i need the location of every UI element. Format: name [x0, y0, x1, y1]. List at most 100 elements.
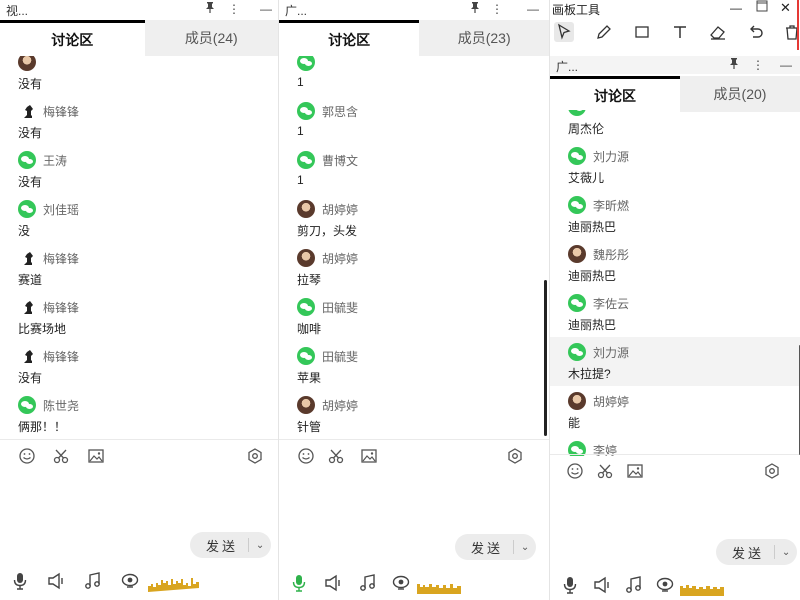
message-list: 1 郭思含 1 曹博文 1 胡婷婷 剪刀，头发 胡婷婷 拉琴 田毓斐 咖啡 田毓斐 苹果 胡婷婷 针管: [279, 56, 549, 439]
wechat-avatar-icon[interactable]: [18, 200, 36, 218]
avatar[interactable]: [18, 56, 36, 71]
message-sender: 陈世尧: [18, 396, 79, 414]
more-icon[interactable]: ⋮: [226, 1, 242, 17]
image-icon[interactable]: [87, 447, 105, 465]
undo-icon[interactable]: [746, 22, 766, 42]
tab-members[interactable]: 成员(20): [680, 76, 800, 112]
tab-members[interactable]: 成员(23): [419, 20, 549, 56]
minimize-icon[interactable]: —: [258, 1, 274, 17]
send-button[interactable]: 发送 ⌄: [716, 539, 798, 565]
pencil-icon[interactable]: [594, 22, 614, 42]
scissors-icon[interactable]: [52, 447, 70, 465]
avatar[interactable]: [568, 392, 586, 410]
wechat-avatar-icon[interactable]: [568, 110, 586, 116]
rectangle-icon[interactable]: [632, 22, 652, 42]
tab-discussion[interactable]: 讨论区: [279, 20, 420, 56]
minimize-icon[interactable]: —: [525, 1, 541, 17]
send-button[interactable]: 发送 ⌄: [190, 532, 272, 558]
music-icon[interactable]: [83, 571, 103, 591]
wechat-avatar-icon[interactable]: [297, 56, 315, 71]
chevron-down-icon[interactable]: ⌄: [514, 542, 536, 553]
message-sender: 刘力源: [568, 147, 629, 165]
window-titlebar: 广... ⋮ —: [550, 56, 800, 74]
maximize-icon[interactable]: [756, 0, 768, 15]
scissors-icon[interactable]: [596, 462, 614, 480]
avatar[interactable]: [297, 200, 315, 218]
message-text: 赛道: [18, 273, 43, 287]
chevron-down-icon[interactable]: ⌄: [775, 547, 797, 558]
wechat-avatar-icon[interactable]: [568, 294, 586, 312]
camera-icon[interactable]: [655, 575, 675, 595]
chevron-down-icon[interactable]: ⌄: [249, 540, 271, 551]
microphone-icon[interactable]: [289, 573, 309, 593]
wechat-avatar-icon[interactable]: [18, 396, 36, 414]
message-item: 胡婷婷 拉琴: [279, 243, 549, 292]
tab-discussion[interactable]: 讨论区: [550, 76, 680, 112]
wechat-avatar-icon[interactable]: [568, 343, 586, 361]
message-text: 拉琴: [297, 273, 322, 287]
close-icon[interactable]: ✕: [780, 0, 791, 16]
scissors-icon[interactable]: [327, 447, 345, 465]
wechat-avatar-icon[interactable]: [297, 298, 315, 316]
media-bar: [0, 566, 278, 596]
send-button[interactable]: 发送 ⌄: [455, 534, 537, 560]
wechat-avatar-icon[interactable]: [297, 151, 315, 169]
emoji-icon[interactable]: [297, 447, 315, 465]
tab-members[interactable]: 成员(24): [144, 20, 278, 56]
chess-avatar-icon[interactable]: [18, 347, 36, 365]
avatar[interactable]: [568, 245, 586, 263]
message-item: 李婷能: [550, 435, 800, 456]
image-icon[interactable]: [360, 447, 378, 465]
image-icon[interactable]: [626, 462, 644, 480]
speaker-icon[interactable]: [592, 575, 612, 595]
microphone-icon[interactable]: [560, 575, 580, 595]
wechat-avatar-icon[interactable]: [568, 196, 586, 214]
microphone-icon[interactable]: [10, 571, 30, 591]
screenshot-icon[interactable]: [246, 447, 264, 465]
wechat-avatar-icon[interactable]: [18, 151, 36, 169]
music-icon[interactable]: [358, 573, 378, 593]
message-item: 1: [279, 56, 549, 96]
text-icon[interactable]: [670, 22, 690, 42]
screenshot-icon[interactable]: [763, 462, 781, 480]
pin-icon[interactable]: [202, 1, 218, 17]
pin-icon[interactable]: [726, 57, 742, 73]
message-list: 周杰伦 刘力源 艾薇儿 李昕燃 迪丽热巴 魏彤彤 迪丽热巴 李佐云 迪丽热巴 刘力源 木拉提? 胡婷婷…: [550, 110, 800, 456]
message-sender: 梅锋锋: [18, 298, 79, 316]
more-icon[interactable]: ⋮: [750, 57, 766, 73]
chess-avatar-icon[interactable]: [18, 298, 36, 316]
music-icon[interactable]: [624, 575, 644, 595]
more-icon[interactable]: ⋮: [489, 1, 505, 17]
emoji-icon[interactable]: [18, 447, 36, 465]
message-item: 田毓斐 咖啡: [279, 292, 549, 341]
chess-avatar-icon[interactable]: [18, 102, 36, 120]
pin-icon[interactable]: [467, 1, 483, 17]
chess-avatar-icon[interactable]: [18, 249, 36, 267]
sender-name: 刘力源: [593, 149, 630, 164]
speaker-icon[interactable]: [46, 571, 66, 591]
avatar[interactable]: [297, 396, 315, 414]
message-text: 1: [297, 173, 304, 187]
message-item: 陈世尧 俩那！！: [0, 390, 278, 439]
message-text: 迪丽热巴: [568, 220, 617, 234]
message-text: 迪丽热巴: [568, 269, 617, 283]
chat-panel-2: 广... ⋮ — 讨论区 成员(23) 1 郭思含 1 曹博文 1 胡婷婷 剪刀，头发 胡婷婷…: [278, 0, 549, 600]
message-sender: [18, 56, 43, 71]
sender-name: 胡婷婷: [322, 251, 359, 266]
camera-icon[interactable]: [391, 573, 411, 593]
minimize-icon[interactable]: —: [778, 57, 794, 73]
wechat-avatar-icon[interactable]: [297, 347, 315, 365]
window-titlebar: 广... ⋮ —: [279, 0, 549, 18]
camera-icon[interactable]: [120, 571, 140, 591]
emoji-icon[interactable]: [566, 462, 584, 480]
avatar[interactable]: [297, 249, 315, 267]
eraser-icon[interactable]: [708, 22, 728, 42]
minimize-icon[interactable]: —: [730, 1, 742, 15]
tab-discussion[interactable]: 讨论区: [0, 20, 145, 56]
scrollbar[interactable]: [544, 280, 547, 436]
screenshot-icon[interactable]: [506, 447, 524, 465]
wechat-avatar-icon[interactable]: [568, 147, 586, 165]
speaker-icon[interactable]: [323, 573, 343, 593]
wechat-avatar-icon[interactable]: [297, 102, 315, 120]
cursor-icon[interactable]: [554, 22, 574, 42]
